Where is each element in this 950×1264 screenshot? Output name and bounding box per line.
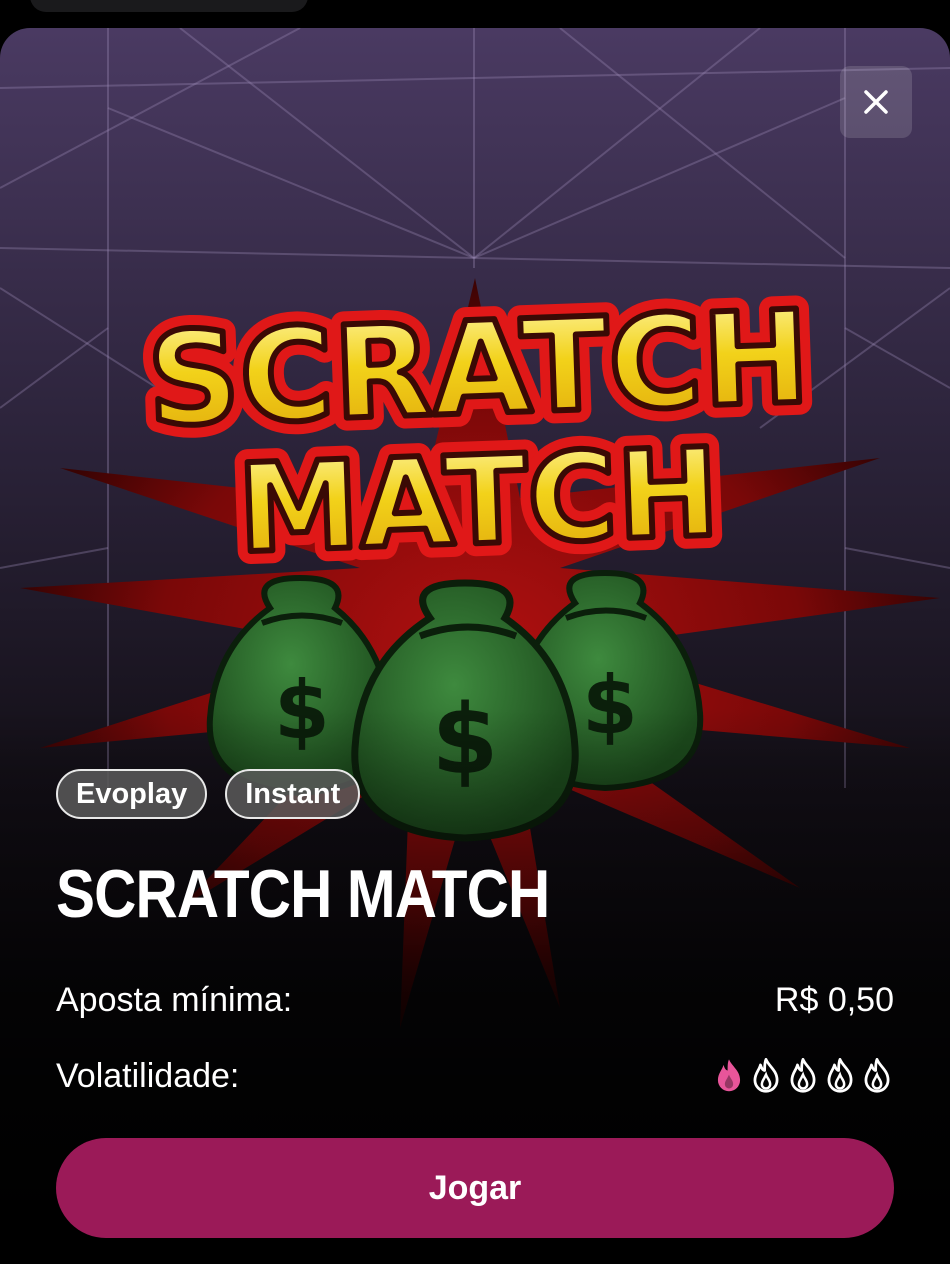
flame-icon-active xyxy=(717,1059,741,1092)
play-button[interactable]: Jogar xyxy=(56,1138,894,1238)
flame-icon xyxy=(753,1058,779,1093)
flame-icon xyxy=(790,1058,816,1093)
game-detail-modal: SCRATCH SCRATCH MATCH MATCH $ $ xyxy=(0,28,950,1264)
provider-tag[interactable]: Evoplay xyxy=(56,769,208,819)
category-tag[interactable]: Instant xyxy=(225,769,361,819)
flame-icon xyxy=(827,1058,853,1093)
volatility-label: Volatilidade: xyxy=(56,1056,240,1095)
volatility-row: Volatilidade: xyxy=(56,1054,894,1098)
tag-list: Evoplay Instant xyxy=(56,769,361,819)
volatility-rating xyxy=(712,1058,894,1094)
close-button[interactable] xyxy=(840,66,912,138)
game-title: SCRATCH MATCH xyxy=(56,856,550,932)
flame-icon xyxy=(864,1058,890,1093)
min-bet-value: R$ 0,50 xyxy=(774,980,894,1019)
min-bet-row: Aposta mínima: R$ 0,50 xyxy=(56,978,894,1022)
close-icon xyxy=(864,90,888,114)
top-pill xyxy=(30,0,308,12)
min-bet-label: Aposta mínima: xyxy=(56,980,293,1019)
